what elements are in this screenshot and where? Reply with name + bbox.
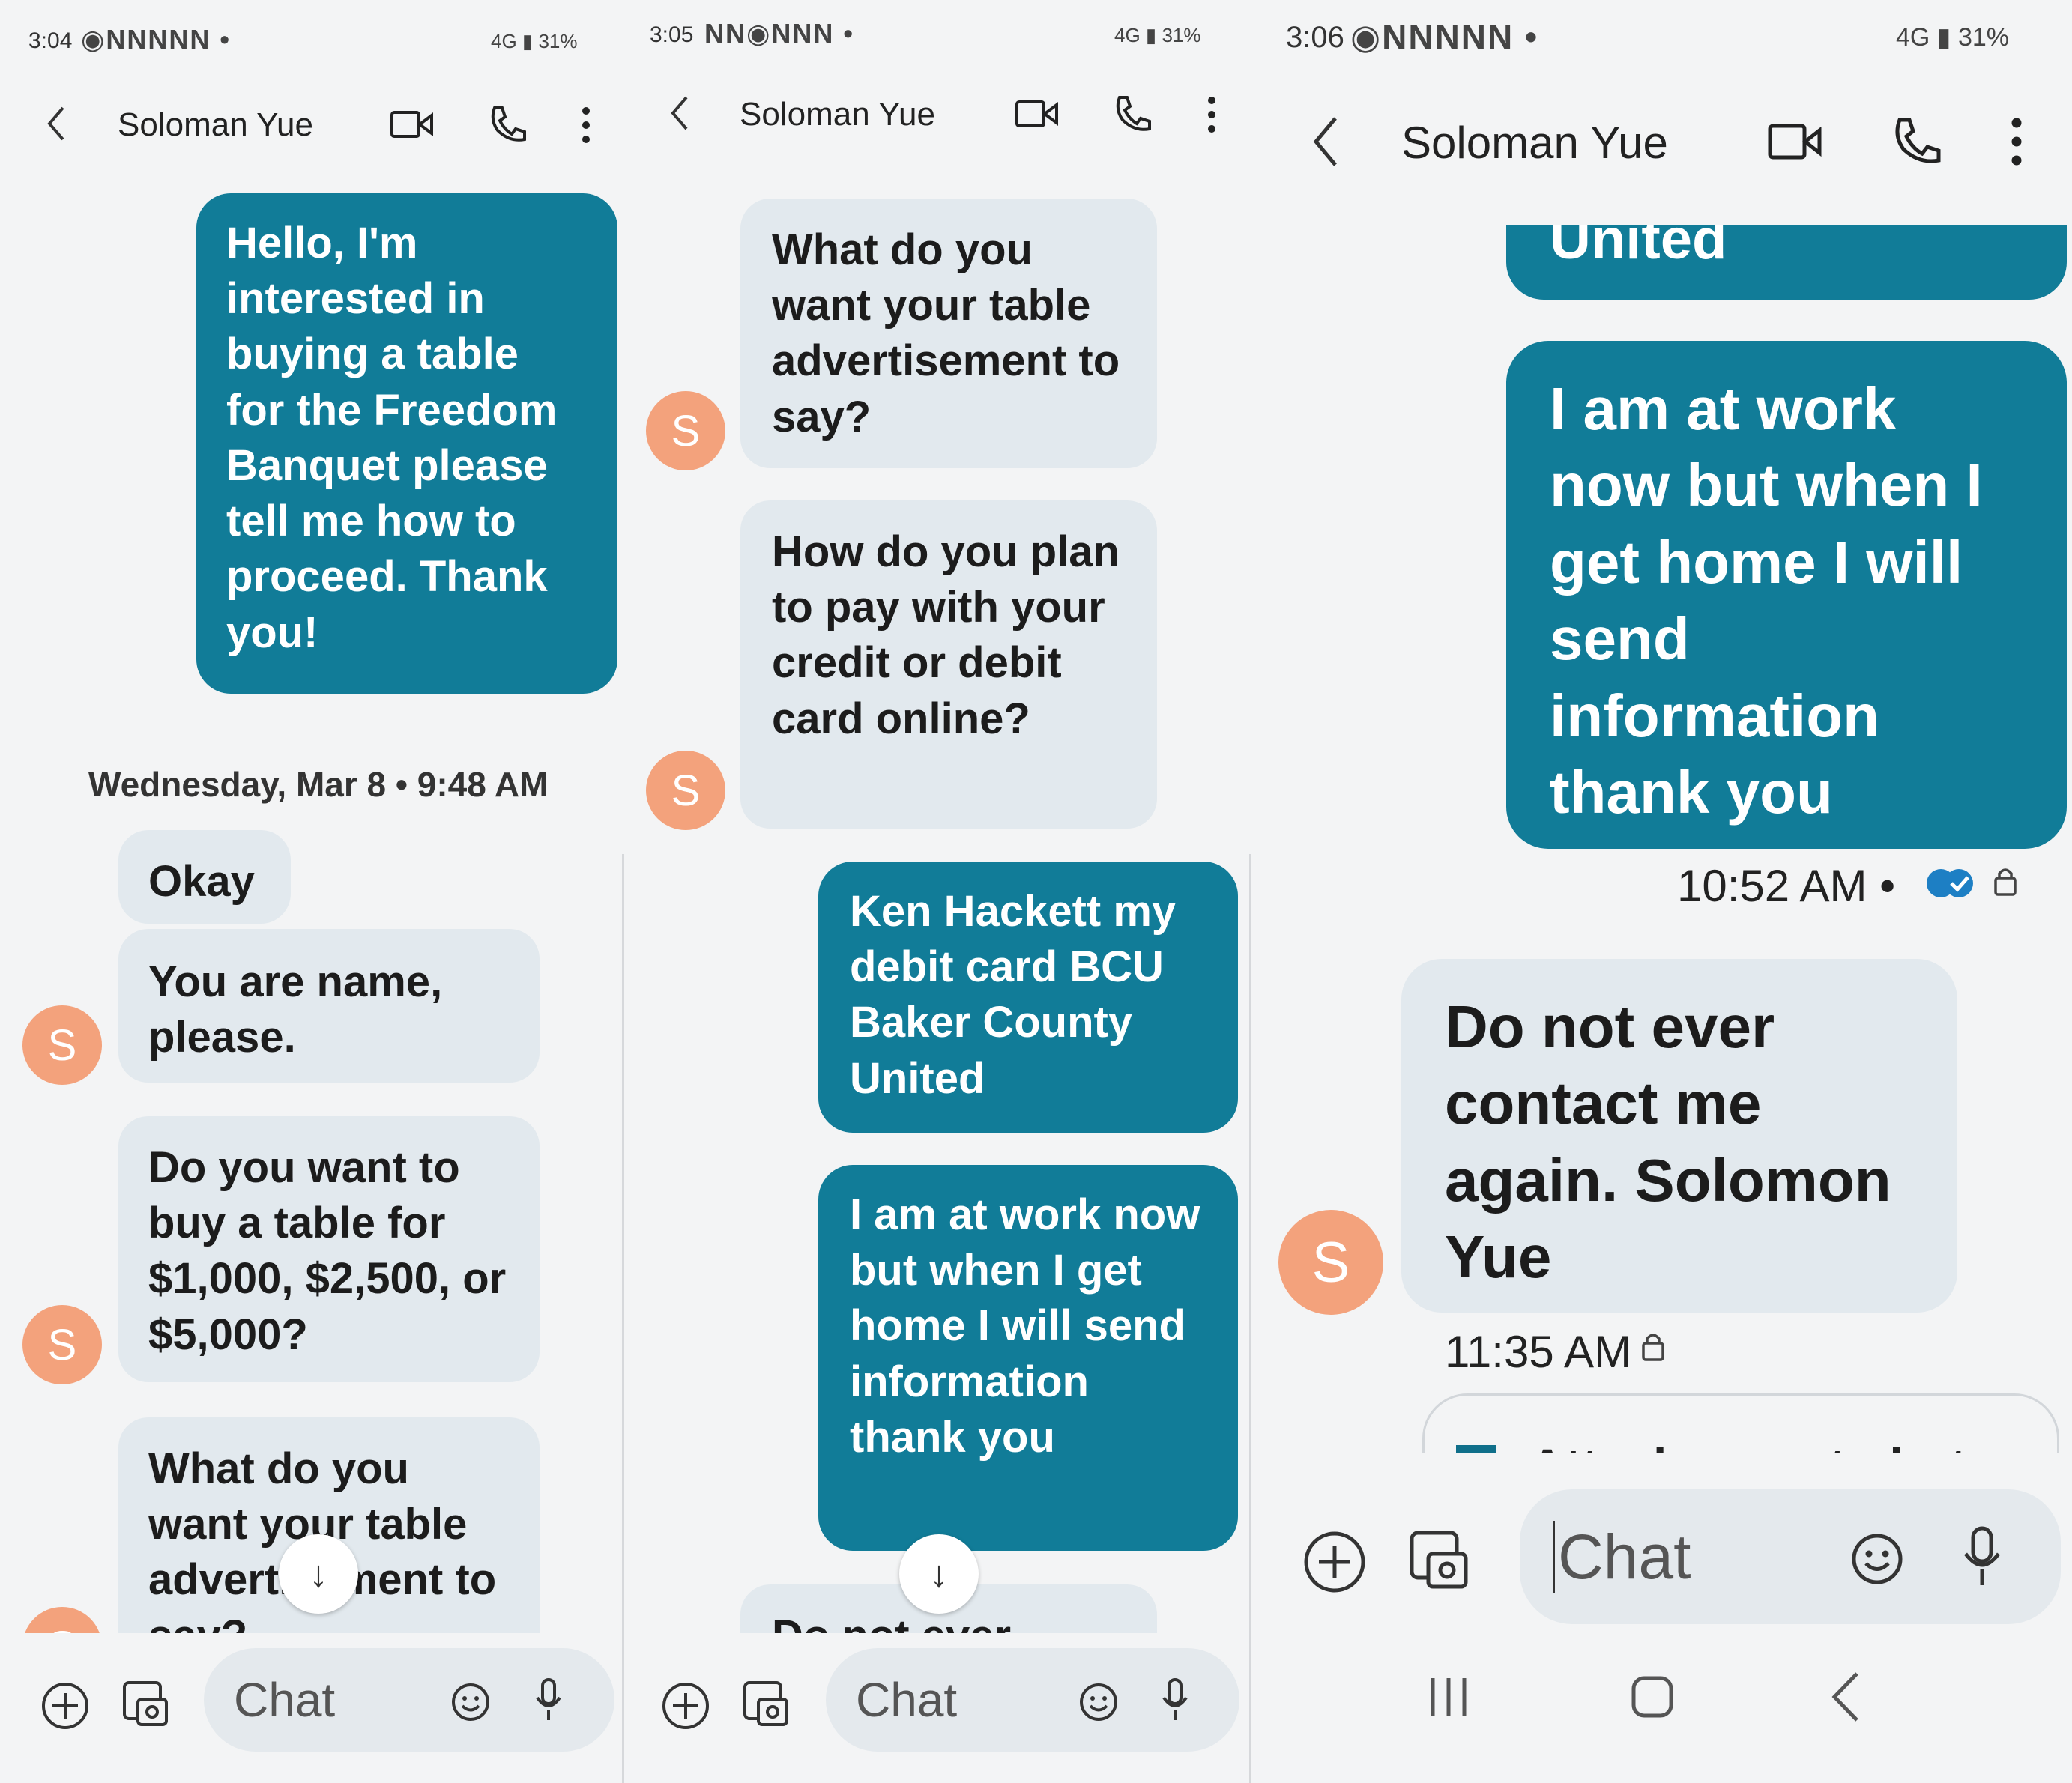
conversation-header: Soloman Yue	[623, 88, 1251, 148]
screenshot-panel-1: 3:04 ◉NNNNN • 4G ▮ 31% Soloman Yue Hello…	[0, 0, 623, 1758]
add-icon[interactable]	[1301, 1528, 1368, 1596]
microphone-icon[interactable]	[1962, 1525, 2002, 1591]
battery-signal: 4G ▮ 31%	[491, 30, 578, 52]
contact-avatar[interactable]: S	[22, 1005, 102, 1085]
message-bubble-outgoing[interactable]: Hello, I'm interested in buying a table …	[196, 193, 617, 694]
scroll-down-icon[interactable]: ↓	[899, 1534, 979, 1614]
microphone-icon[interactable]	[534, 1677, 564, 1726]
gallery-icon[interactable]	[120, 1678, 172, 1731]
conversation-header: Soloman Yue	[1251, 105, 2072, 187]
message-bubble-incoming[interactable]: How do you plan to pay with your credit …	[740, 500, 1157, 829]
battery-signal: 4G ▮ 31%	[1114, 24, 1201, 46]
panel-divider	[1249, 854, 1251, 1783]
contact-avatar[interactable]: S	[1278, 1210, 1383, 1315]
message-composer: Chat	[1251, 1453, 2072, 1633]
phone-call-icon[interactable]	[1112, 93, 1153, 133]
chat-input[interactable]: Chat	[1520, 1489, 2061, 1624]
system-navigation-bar	[1251, 1633, 2072, 1758]
gallery-icon[interactable]	[740, 1678, 793, 1731]
more-options-icon[interactable]	[1206, 94, 1217, 135]
message-bubble-incoming[interactable]: You are name, please.	[118, 929, 540, 1083]
status-time: 3:04	[28, 28, 73, 53]
message-composer: Chat	[0, 1633, 623, 1758]
date-separator: Wednesday, Mar 8 • 9:48 AM	[88, 765, 549, 804]
back-arrow-icon[interactable]	[668, 94, 691, 132]
video-call-icon[interactable]	[1015, 97, 1060, 130]
status-bar: 3:06 ◉NNNNN • 4G ▮ 31%	[1251, 0, 2072, 82]
status-time: 3:06	[1286, 21, 1344, 54]
contact-name[interactable]: Soloman Yue	[740, 96, 935, 133]
battery-signal: 4G ▮ 31%	[1896, 23, 2010, 52]
back-arrow-icon[interactable]	[45, 105, 67, 142]
gallery-icon[interactable]	[1406, 1527, 1473, 1594]
add-icon[interactable]	[659, 1680, 712, 1732]
phone-call-icon[interactable]	[487, 103, 528, 144]
emoji-icon[interactable]	[1078, 1681, 1120, 1723]
more-options-icon[interactable]	[581, 105, 591, 145]
lock-icon	[1994, 868, 2017, 896]
chat-placeholder: Chat	[1558, 1521, 1691, 1592]
sent-timestamp: 10:52 AM •	[1677, 861, 1896, 911]
screenshot-panel-3: 3:06 ◉NNNNN • 4G ▮ 31% Soloman Yue Unite…	[1251, 0, 2072, 1758]
contact-avatar[interactable]: S	[646, 391, 725, 470]
back-arrow-icon[interactable]	[1310, 115, 1340, 168]
scroll-down-icon[interactable]: ↓	[279, 1534, 358, 1614]
phone-call-icon[interactable]	[1890, 114, 1942, 166]
message-bubble-incoming[interactable]: Okay	[118, 830, 291, 924]
status-bar: 3:05 NN◉NNN • 4G ▮ 31%	[623, 0, 1251, 82]
emoji-icon[interactable]	[450, 1681, 492, 1723]
screenshot-panel-2: 3:05 NN◉NNN • 4G ▮ 31% Soloman Yue What …	[623, 0, 1251, 1758]
notification-icons: NN◉NNN •	[704, 18, 855, 49]
add-icon[interactable]	[39, 1680, 91, 1732]
microphone-icon[interactable]	[1160, 1677, 1190, 1726]
chat-input[interactable]: Chat	[204, 1648, 614, 1752]
panel-divider	[622, 854, 624, 1783]
received-timestamp: 11:35 AM	[1445, 1327, 1632, 1377]
contact-name[interactable]: Soloman Yue	[118, 106, 313, 144]
message-bubble-incoming[interactable]: Do not ever contact me again. Solomon Yu…	[1401, 959, 1957, 1313]
contact-avatar[interactable]: S	[646, 751, 725, 830]
home-icon[interactable]	[1626, 1671, 1679, 1723]
text-cursor	[1553, 1521, 1555, 1593]
contact-name[interactable]: Soloman Yue	[1401, 117, 1668, 169]
message-bubble-incoming[interactable]: What do you want your table advertisemen…	[740, 199, 1157, 468]
message-bubble-outgoing[interactable]: I am at work now but when I get home I w…	[818, 1165, 1238, 1551]
message-bubble-outgoing[interactable]: United	[1506, 225, 2067, 300]
conversation-header: Soloman Yue	[0, 97, 623, 157]
status-time: 3:05	[650, 22, 694, 47]
message-bubble-outgoing[interactable]: I am at work now but when I get home I w…	[1506, 341, 2067, 849]
notification-icons: ◉NNNNN •	[81, 24, 232, 55]
chat-placeholder: Chat	[234, 1673, 336, 1727]
status-bar: 3:04 ◉NNNNN • 4G ▮ 31%	[0, 0, 623, 82]
contact-avatar[interactable]: S	[22, 1305, 102, 1384]
lock-icon	[1642, 1334, 1664, 1361]
chat-placeholder: Chat	[856, 1673, 958, 1727]
nav-back-icon[interactable]	[1827, 1669, 1864, 1725]
message-bubble-incoming[interactable]: Do you want to buy a table for $1,000, $…	[118, 1116, 540, 1382]
emoji-icon[interactable]	[1849, 1531, 1905, 1587]
message-bubble-outgoing[interactable]: Ken Hackett my debit card BCU Baker Coun…	[818, 862, 1238, 1133]
chat-input[interactable]: Chat	[826, 1648, 1239, 1752]
recent-apps-icon[interactable]	[1422, 1671, 1475, 1723]
video-call-icon[interactable]	[390, 108, 435, 141]
video-call-icon[interactable]	[1767, 120, 1822, 163]
more-options-icon[interactable]	[2010, 115, 2023, 168]
read-receipt-icon	[1927, 869, 1973, 897]
notification-icons: ◉NNNNN •	[1350, 17, 1539, 56]
message-composer: Chat	[623, 1633, 1251, 1758]
